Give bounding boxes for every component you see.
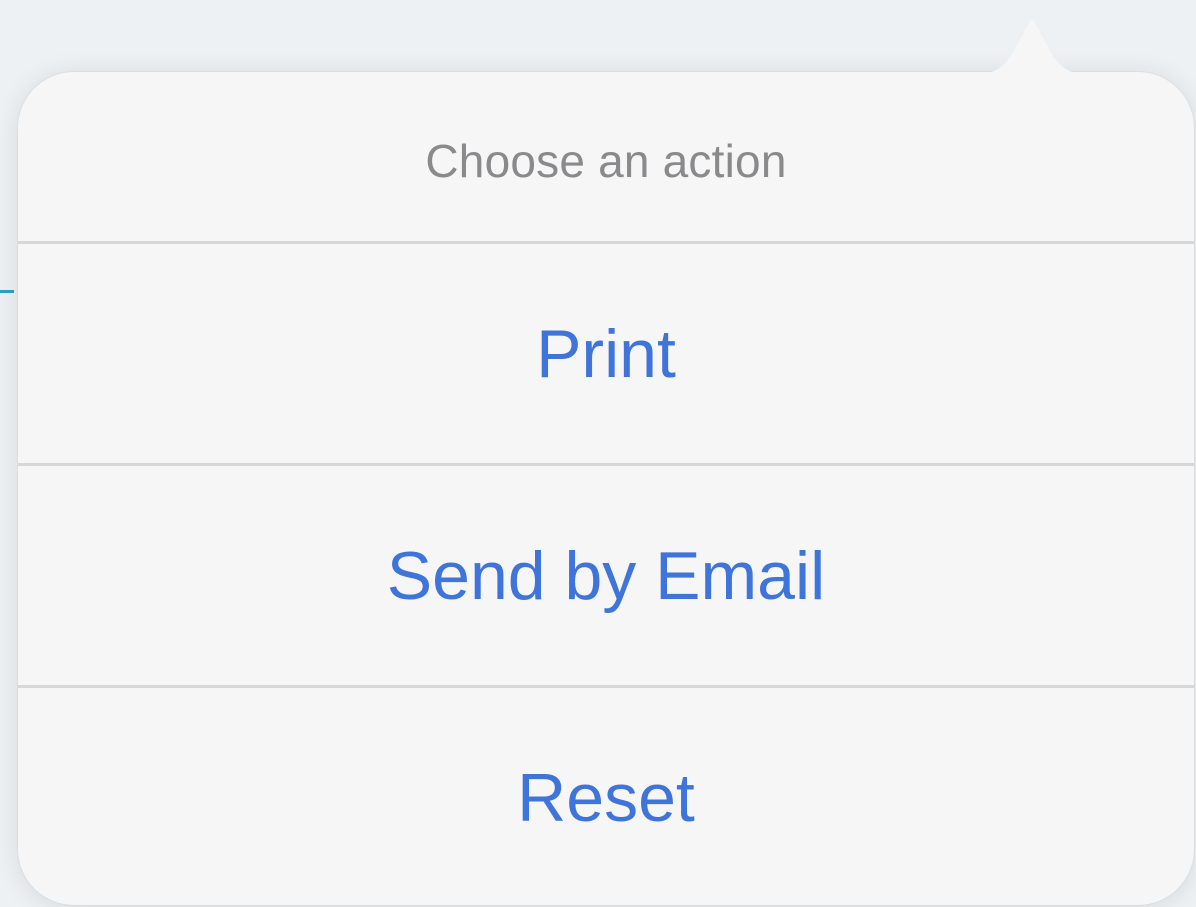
action-sheet-header: Choose an action	[18, 72, 1194, 242]
action-sheet-content: Choose an action Print Send by Email Res…	[18, 72, 1194, 905]
send-by-email-button[interactable]: Send by Email	[18, 466, 1194, 685]
print-button[interactable]: Print	[18, 244, 1194, 463]
action-sheet-title: Choose an action	[425, 135, 787, 187]
popover-arrow	[978, 18, 1086, 74]
action-sheet-popover: Choose an action Print Send by Email Res…	[18, 18, 1194, 905]
background-accent-line	[0, 290, 14, 293]
reset-button[interactable]: Reset	[18, 688, 1194, 905]
